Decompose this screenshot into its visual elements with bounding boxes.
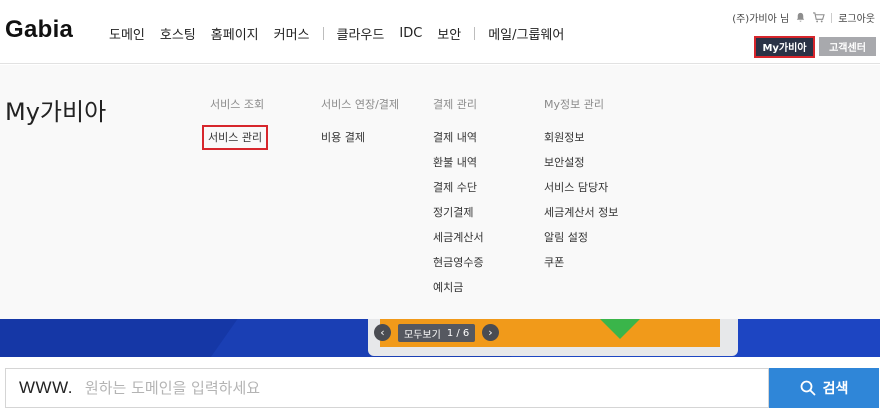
- nav-security[interactable]: 보안: [437, 24, 461, 43]
- customer-center-button[interactable]: 고객센터: [819, 37, 876, 56]
- top-header: Gabia 도메인 호스팅 홈페이지 커머스 클라우드 IDC 보안 메일/그룹…: [0, 0, 880, 64]
- my-gabia-button[interactable]: My가비아: [754, 36, 815, 58]
- global-nav: 도메인 호스팅 홈페이지 커머스 클라우드 IDC 보안 메일/그룹웨어: [109, 24, 564, 43]
- column-title: My정보 관리: [544, 98, 604, 111]
- menu-link-recurring-payment[interactable]: 정기결제: [433, 200, 484, 225]
- search-button-label: 검색: [822, 381, 849, 397]
- banner-next-button[interactable]: ›: [482, 324, 499, 341]
- menu-link-cash-receipt[interactable]: 현금영수증: [433, 250, 484, 275]
- menu-link-service-manager[interactable]: 서비스 담당자: [544, 175, 618, 200]
- menu-link-member-info[interactable]: 회원정보: [544, 125, 618, 150]
- menu-link-payment-history[interactable]: 결제 내역: [433, 125, 484, 150]
- menu-column-myinfo: My정보 관리 회원정보 보안설정 서비스 담당자 세금계산서 정보 알림 설정…: [544, 96, 618, 275]
- user-name[interactable]: (주)가비아 님: [732, 10, 789, 25]
- gabia-logo[interactable]: Gabia: [5, 16, 73, 44]
- column-title: 결제 관리: [433, 98, 477, 111]
- menu-link-payment-method[interactable]: 결제 수단: [433, 175, 484, 200]
- nav-divider: [474, 27, 476, 40]
- domain-search-input[interactable]: [84, 379, 685, 397]
- view-all-label[interactable]: 모두보기: [404, 326, 441, 341]
- utility-bar: (주)가비아 님 로그아웃: [732, 10, 875, 25]
- domain-search-box: WWW.: [5, 368, 769, 408]
- nav-domain[interactable]: 도메인: [109, 24, 145, 43]
- menu-column-service: 서비스 조회 서비스 관리: [201, 96, 269, 150]
- my-gabia-menu-panel: My가비아 서비스 조회 서비스 관리 서비스 연장/결제 비용 결제 결제 관…: [0, 65, 880, 319]
- domain-search-section: WWW. 검색: [0, 357, 880, 419]
- banner-decoration: [0, 319, 252, 357]
- logout-link[interactable]: 로그아웃: [838, 10, 875, 25]
- promo-banner: ‹ 모두보기 1 / 6 ›: [0, 319, 880, 357]
- nav-commerce[interactable]: 커머스: [274, 24, 310, 43]
- column-title: 서비스 조회: [210, 98, 265, 111]
- util-divider: [831, 12, 833, 23]
- menu-title: My가비아: [5, 98, 107, 126]
- nav-homepage[interactable]: 홈페이지: [211, 24, 259, 43]
- nav-idc[interactable]: IDC: [399, 26, 422, 41]
- menu-link-refund-history[interactable]: 환불 내역: [433, 150, 484, 175]
- menu-link-payment[interactable]: 비용 결제: [321, 125, 399, 150]
- nav-divider: [322, 27, 324, 40]
- column-title: 서비스 연장/결제: [321, 98, 400, 111]
- menu-link-coupon[interactable]: 쿠폰: [544, 250, 618, 275]
- nav-hosting[interactable]: 호스팅: [160, 24, 196, 43]
- cart-icon[interactable]: [812, 12, 825, 23]
- nav-mail-groupware[interactable]: 메일/그룹웨어: [488, 24, 564, 43]
- menu-link-notification-settings[interactable]: 알림 설정: [544, 225, 618, 250]
- www-prefix: WWW.: [19, 378, 73, 397]
- banner-prev-button[interactable]: ‹: [374, 324, 391, 341]
- menu-link-tax-invoice-info[interactable]: 세금계산서 정보: [544, 200, 618, 225]
- bell-icon[interactable]: [795, 12, 806, 23]
- menu-link-service-management[interactable]: 서비스 관리: [201, 125, 269, 150]
- search-icon: [800, 380, 816, 396]
- menu-column-renewal: 서비스 연장/결제 비용 결제: [321, 96, 399, 150]
- menu-link-tax-invoice[interactable]: 세금계산서: [433, 225, 484, 250]
- menu-link-security-settings[interactable]: 보안설정: [544, 150, 618, 175]
- menu-link-deposit[interactable]: 예치금: [433, 275, 484, 300]
- banner-image: [600, 319, 640, 339]
- nav-cloud[interactable]: 클라우드: [337, 24, 385, 43]
- page-indicator: 1 / 6: [446, 327, 470, 339]
- menu-column-billing: 결제 관리 결제 내역 환불 내역 결제 수단 정기결제 세금계산서 현금영수증…: [433, 96, 484, 300]
- search-button[interactable]: 검색: [769, 368, 879, 408]
- banner-pager[interactable]: 모두보기 1 / 6: [398, 324, 476, 342]
